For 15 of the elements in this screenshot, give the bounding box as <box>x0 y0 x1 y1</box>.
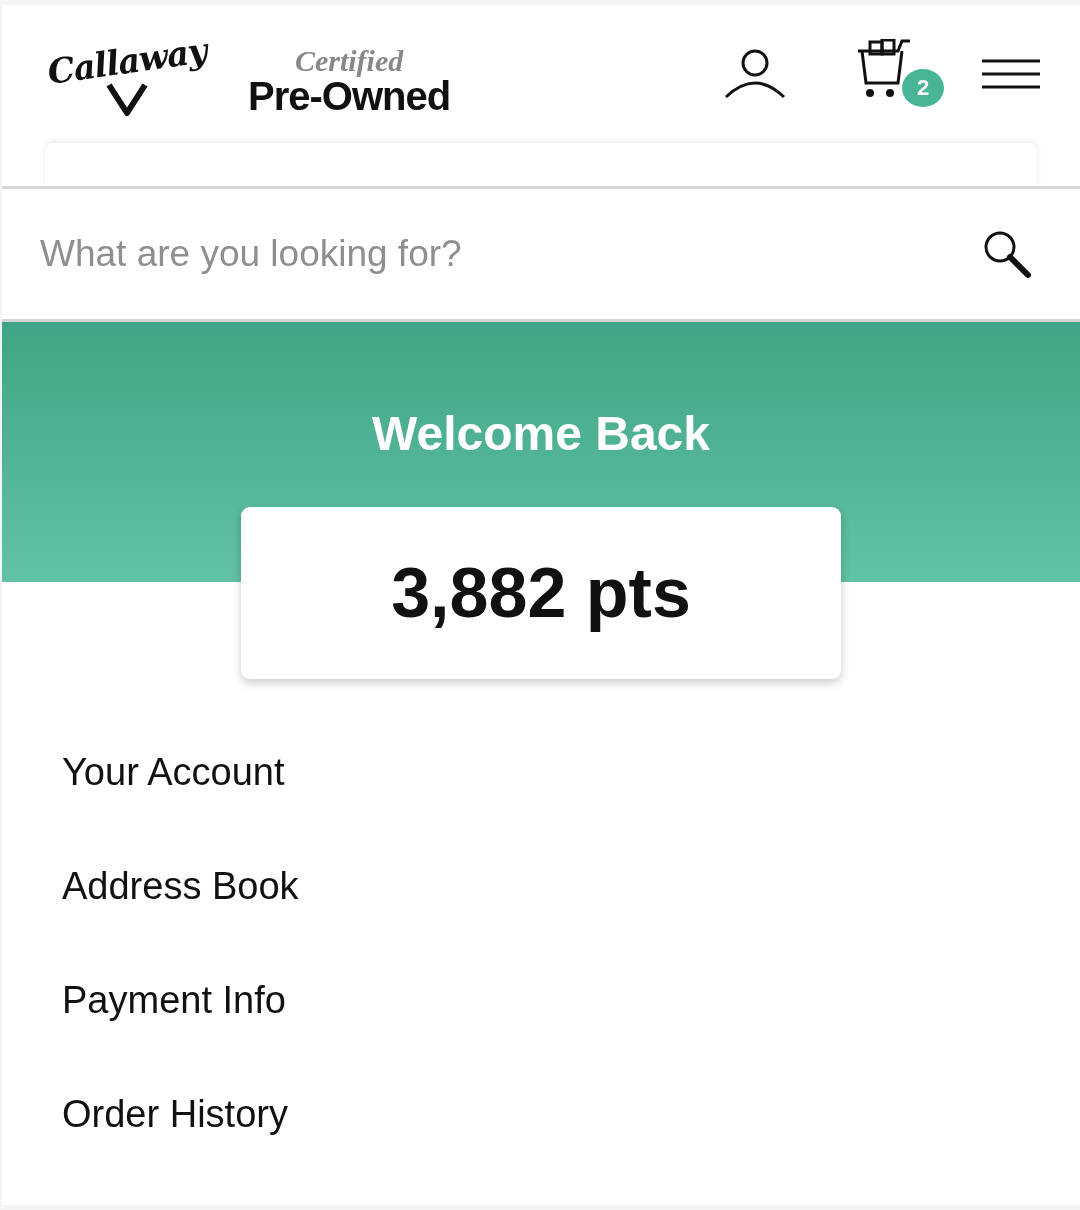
account-icon[interactable] <box>724 47 786 101</box>
cart-icon <box>856 39 912 99</box>
chevron-icon <box>105 81 149 117</box>
pre-owned-label: Pre-Owned <box>248 76 451 116</box>
points-value: 3,882 pts <box>391 553 691 633</box>
brand-logo: Callaway <box>45 30 209 92</box>
account-menu-link[interactable]: Your Account <box>62 749 285 795</box>
account-menu-link[interactable]: Payment Info <box>62 977 286 1023</box>
cart-count-badge: 2 <box>902 69 944 107</box>
search-icon[interactable] <box>982 229 1032 279</box>
certified-label: Certified <box>294 46 404 76</box>
account-menu-link[interactable]: Order History <box>62 1091 288 1137</box>
account-menu-link[interactable]: Address Book <box>62 863 299 909</box>
menu-icon[interactable] <box>982 59 1040 89</box>
welcome-title: Welcome Back <box>372 406 710 461</box>
